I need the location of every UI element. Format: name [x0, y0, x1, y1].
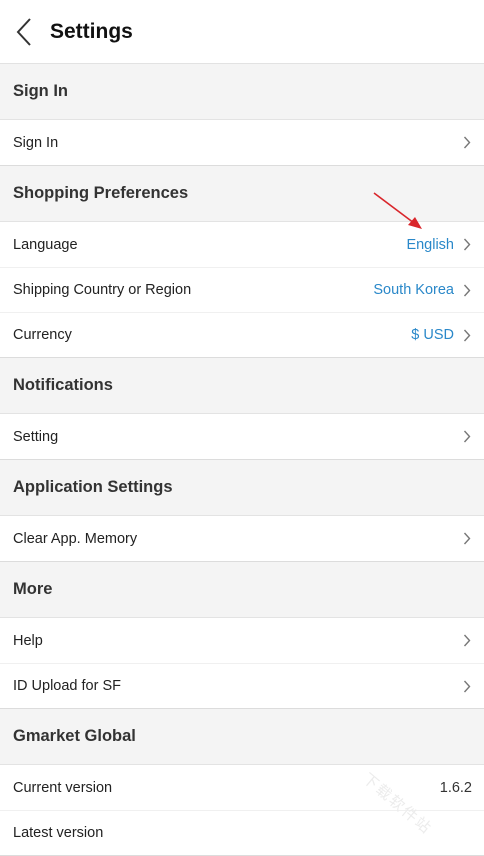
- language-value: English: [406, 236, 454, 253]
- row-label: Sign In: [13, 134, 59, 151]
- section-header-notifications: Notifications: [0, 358, 484, 414]
- row-label: Current version: [13, 779, 113, 796]
- section-header-application-settings: Application Settings: [0, 460, 484, 516]
- chevron-right-icon: [462, 532, 472, 546]
- shipping-country-value: South Korea: [373, 282, 454, 298]
- chevron-right-icon: [462, 238, 472, 252]
- row-label: Setting: [13, 428, 59, 445]
- id-upload-row[interactable]: ID Upload for SF: [0, 663, 484, 708]
- row-label: Help: [13, 632, 43, 649]
- app-header: Settings: [0, 0, 484, 64]
- row-label: Clear App. Memory: [13, 530, 138, 547]
- group-shopping-preferences: Language English Shipping Country or Reg…: [0, 222, 484, 358]
- current-version-value: 1.6.2: [439, 779, 472, 796]
- chevron-right-icon: [462, 430, 472, 444]
- group-gmarket-global: Current version 1.6.2 Latest version: [0, 765, 484, 856]
- chevron-right-icon: [462, 136, 472, 150]
- row-label: Currency: [13, 327, 72, 343]
- help-row[interactable]: Help: [0, 618, 484, 663]
- current-version-row: Current version 1.6.2: [0, 765, 484, 810]
- group-notifications: Setting: [0, 414, 484, 460]
- page-title: Settings: [50, 19, 133, 43]
- chevron-right-icon: [462, 634, 472, 648]
- language-row[interactable]: Language English: [0, 222, 484, 267]
- chevron-right-icon: [462, 328, 472, 342]
- chevron-right-icon: [462, 679, 472, 693]
- section-header-shopping-preferences: Shopping Preferences: [0, 166, 484, 222]
- chevron-right-icon: [462, 283, 472, 297]
- row-label: Shipping Country or Region: [13, 282, 192, 298]
- section-header-more: More: [0, 562, 484, 618]
- group-sign-in: Sign In: [0, 120, 484, 166]
- row-label: ID Upload for SF: [13, 678, 121, 694]
- section-header-gmarket-global: Gmarket Global: [0, 709, 484, 765]
- row-label: Latest version: [13, 825, 104, 841]
- currency-value: $ USD: [411, 327, 454, 343]
- group-more: Help ID Upload for SF: [0, 618, 484, 709]
- currency-row[interactable]: Currency $ USD: [0, 312, 484, 357]
- chevron-left-icon: [16, 17, 31, 46]
- latest-version-row: Latest version: [0, 810, 484, 855]
- section-header-sign-in: Sign In: [0, 64, 484, 120]
- group-application-settings: Clear App. Memory: [0, 516, 484, 562]
- shipping-country-row[interactable]: Shipping Country or Region South Korea: [0, 267, 484, 312]
- clear-app-memory-row[interactable]: Clear App. Memory: [0, 516, 484, 561]
- row-label: Language: [13, 236, 78, 253]
- sign-in-row[interactable]: Sign In: [0, 120, 484, 165]
- notification-setting-row[interactable]: Setting: [0, 414, 484, 459]
- back-button[interactable]: [2, 0, 46, 64]
